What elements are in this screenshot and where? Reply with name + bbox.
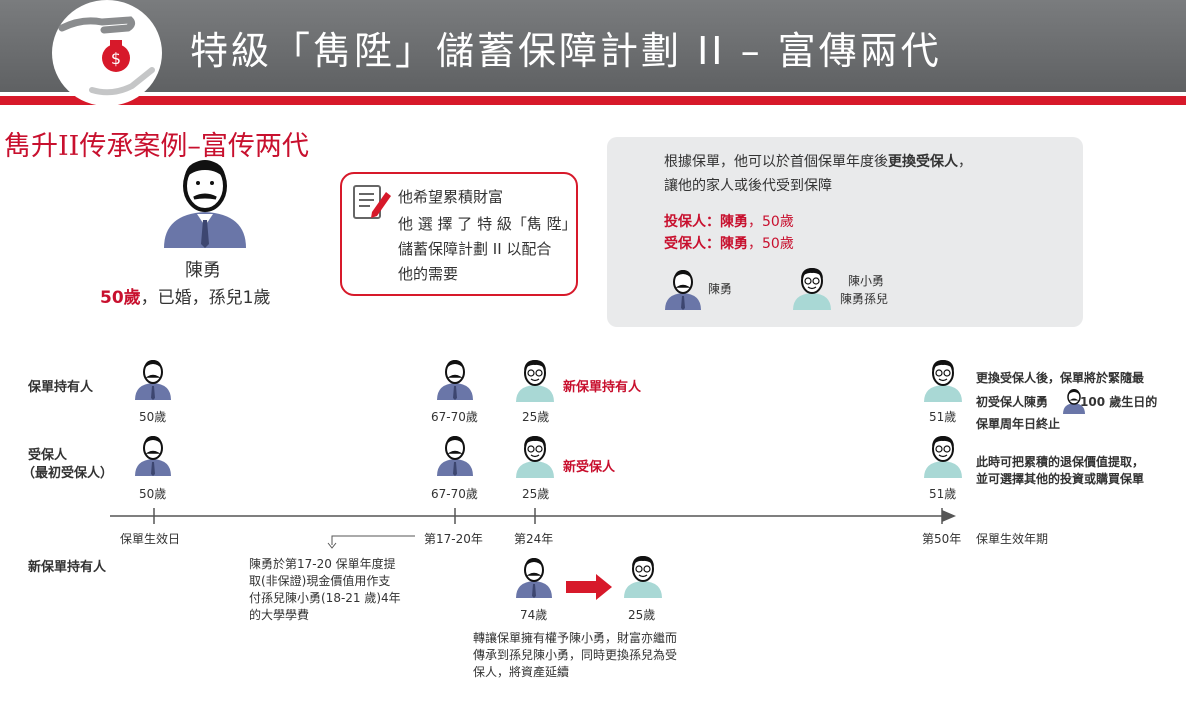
timeline-start: 保單生效日 bbox=[120, 532, 181, 546]
timeline-y24: 第24年 bbox=[514, 532, 554, 546]
edu-note-4: 的大學學費 bbox=[249, 608, 310, 622]
timeline-axis bbox=[110, 508, 956, 549]
transfer-note-2: 傳承到孫兒陳小勇，同時更換孫兒為受 bbox=[473, 648, 678, 662]
man-avatar-icon bbox=[516, 558, 552, 598]
transfer-note-1: 轉讓保單擁有權予陳小勇，財富亦繼而 bbox=[473, 631, 678, 645]
arrow-right-icon bbox=[566, 574, 612, 600]
boy-avatar-icon bbox=[624, 556, 662, 598]
timeline-end: 保單生效年期 bbox=[976, 532, 1049, 546]
timeline-y17: 第17-20年 bbox=[424, 532, 483, 546]
age-new-b: 25歲 bbox=[628, 608, 656, 622]
edu-note-2: 取(非保證)現金價值用作支 bbox=[249, 574, 391, 588]
age-new-a: 74歲 bbox=[520, 608, 548, 622]
edu-note-1: 陳勇於第17-20 保單年度提 bbox=[249, 557, 396, 571]
transfer-note-3: 保人，將資產延續 bbox=[473, 665, 570, 679]
timeline-y50: 第50年 bbox=[922, 532, 962, 546]
edu-note-3: 付孫兒陳小勇(18-21 歲)4年 bbox=[249, 591, 401, 605]
